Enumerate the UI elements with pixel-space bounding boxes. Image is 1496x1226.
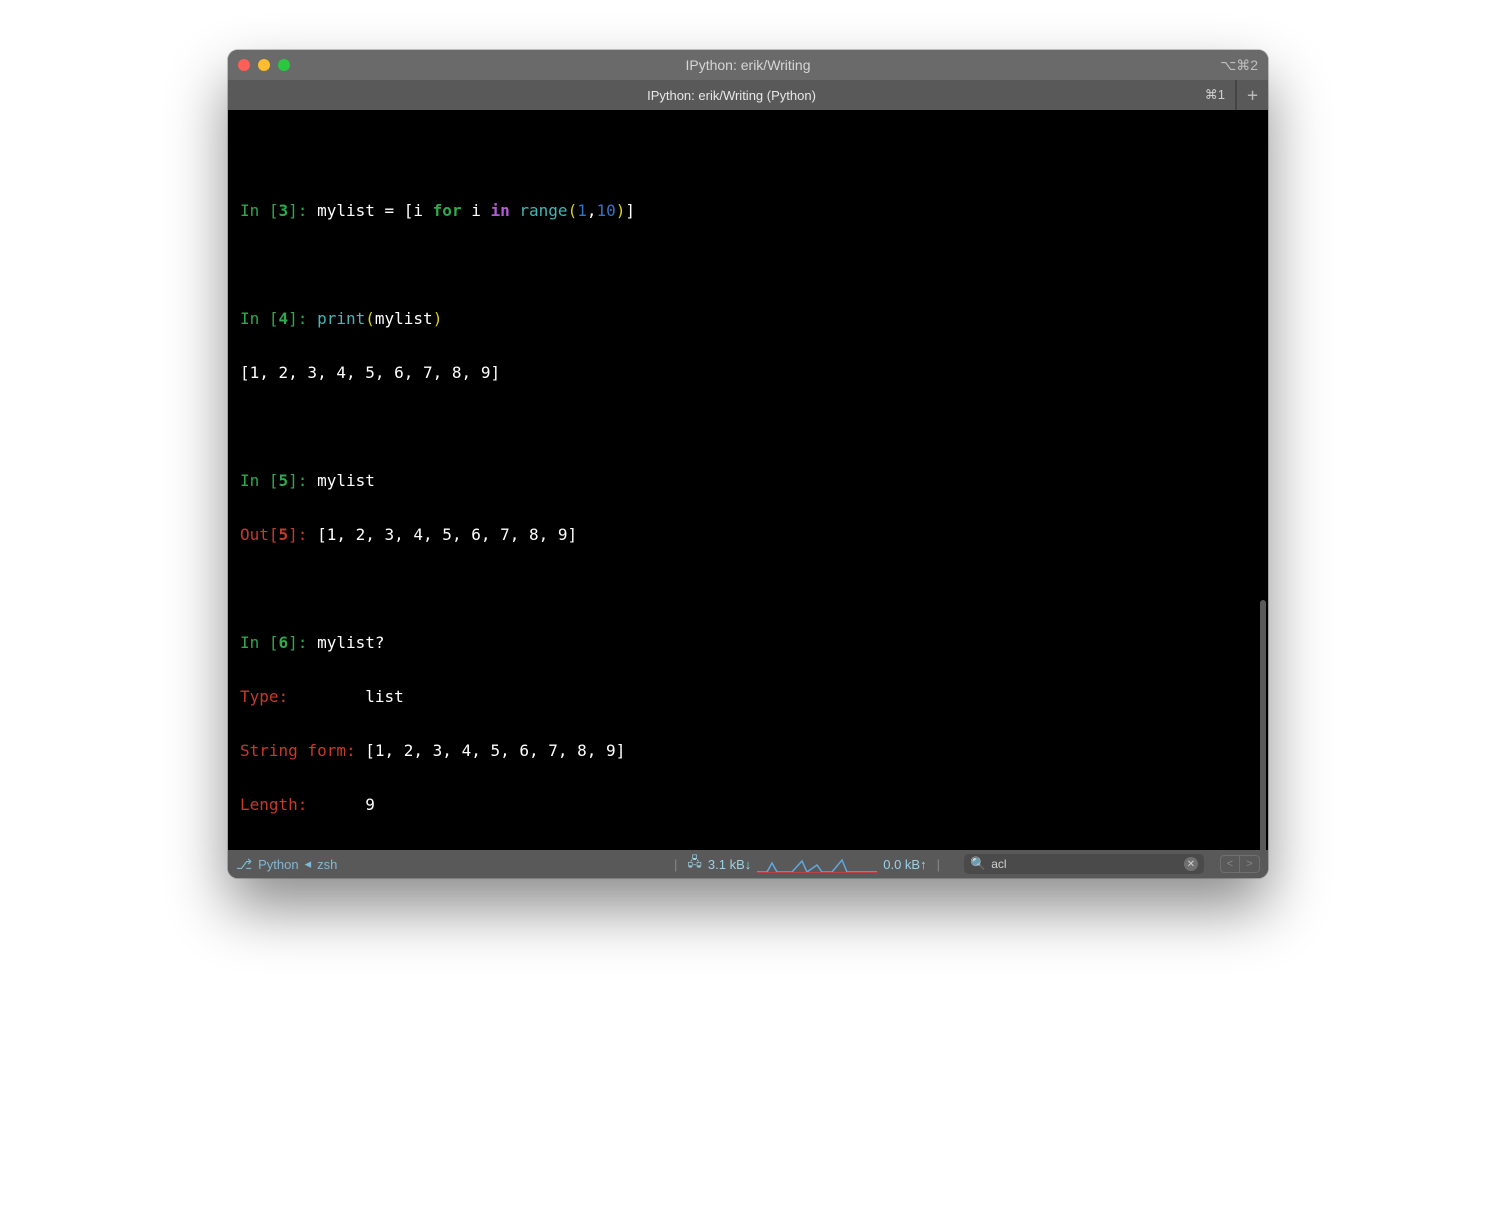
in-prompt-num: 3 <box>279 201 289 220</box>
branch-icon: ⎇ <box>236 856 252 873</box>
search-nav: < > <box>1220 855 1260 873</box>
tab-label: IPython: erik/Writing (Python) <box>647 88 816 103</box>
info-length-key: Length: <box>240 795 365 814</box>
window-title: IPython: erik/Writing <box>228 57 1268 73</box>
prev-button[interactable]: < <box>1220 855 1240 873</box>
status-python: Python <box>258 857 298 872</box>
net-down: 3.1 kB↓ <box>708 857 751 872</box>
info-strform-key: String form: <box>240 741 365 760</box>
status-network: | 🖧 3.1 kB↓ 0.0 kB↑ | <box>670 853 944 875</box>
tab-shortcut: ⌘1 <box>1205 87 1225 103</box>
plus-icon: + <box>1247 85 1258 106</box>
info-type-key: Type: <box>240 687 365 706</box>
net-up: 0.0 kB↑ <box>883 857 926 872</box>
out-prompt: Out[ <box>240 525 279 544</box>
clear-search-button[interactable]: ✕ <box>1184 857 1198 871</box>
traffic-lights <box>238 59 290 71</box>
terminal-window: IPython: erik/Writing ⌥⌘2 IPython: erik/… <box>228 50 1268 878</box>
scrollbar[interactable] <box>1260 600 1266 850</box>
tab-bar: IPython: erik/Writing (Python) ⌘1 + <box>228 80 1268 110</box>
close-icon[interactable] <box>238 59 250 71</box>
minimize-icon[interactable] <box>258 59 270 71</box>
terminal-output[interactable]: In [3]: mylist = [i for i in range(1,10)… <box>228 110 1268 850</box>
status-bar: ⎇ Python ◂ zsh | 🖧 3.1 kB↓ 0.0 kB↑ | 🔍 ✕… <box>228 850 1268 878</box>
next-button[interactable]: > <box>1240 855 1260 873</box>
tab-ipython[interactable]: IPython: erik/Writing (Python) ⌘1 <box>228 80 1236 110</box>
add-tab-button[interactable]: + <box>1236 80 1268 110</box>
titlebar: IPython: erik/Writing ⌥⌘2 <box>228 50 1268 80</box>
info-docstring-key: Docstring: <box>240 849 336 850</box>
network-icon: 🖧 <box>687 853 702 875</box>
status-zsh: zsh <box>317 857 337 872</box>
fullscreen-icon[interactable] <box>278 59 290 71</box>
status-shell[interactable]: ⎇ Python ◂ zsh <box>236 856 337 873</box>
window-hint: ⌥⌘2 <box>1220 57 1258 74</box>
sparkline-graph <box>757 855 877 873</box>
search-input[interactable] <box>991 857 1179 871</box>
status-search[interactable]: 🔍 ✕ <box>964 854 1204 874</box>
chevron-left-icon: ◂ <box>305 856 312 872</box>
search-icon: 🔍 <box>970 856 986 872</box>
stdout-line: [1, 2, 3, 4, 5, 6, 7, 8, 9] <box>240 359 1256 386</box>
in-prompt: In [ <box>240 201 279 220</box>
